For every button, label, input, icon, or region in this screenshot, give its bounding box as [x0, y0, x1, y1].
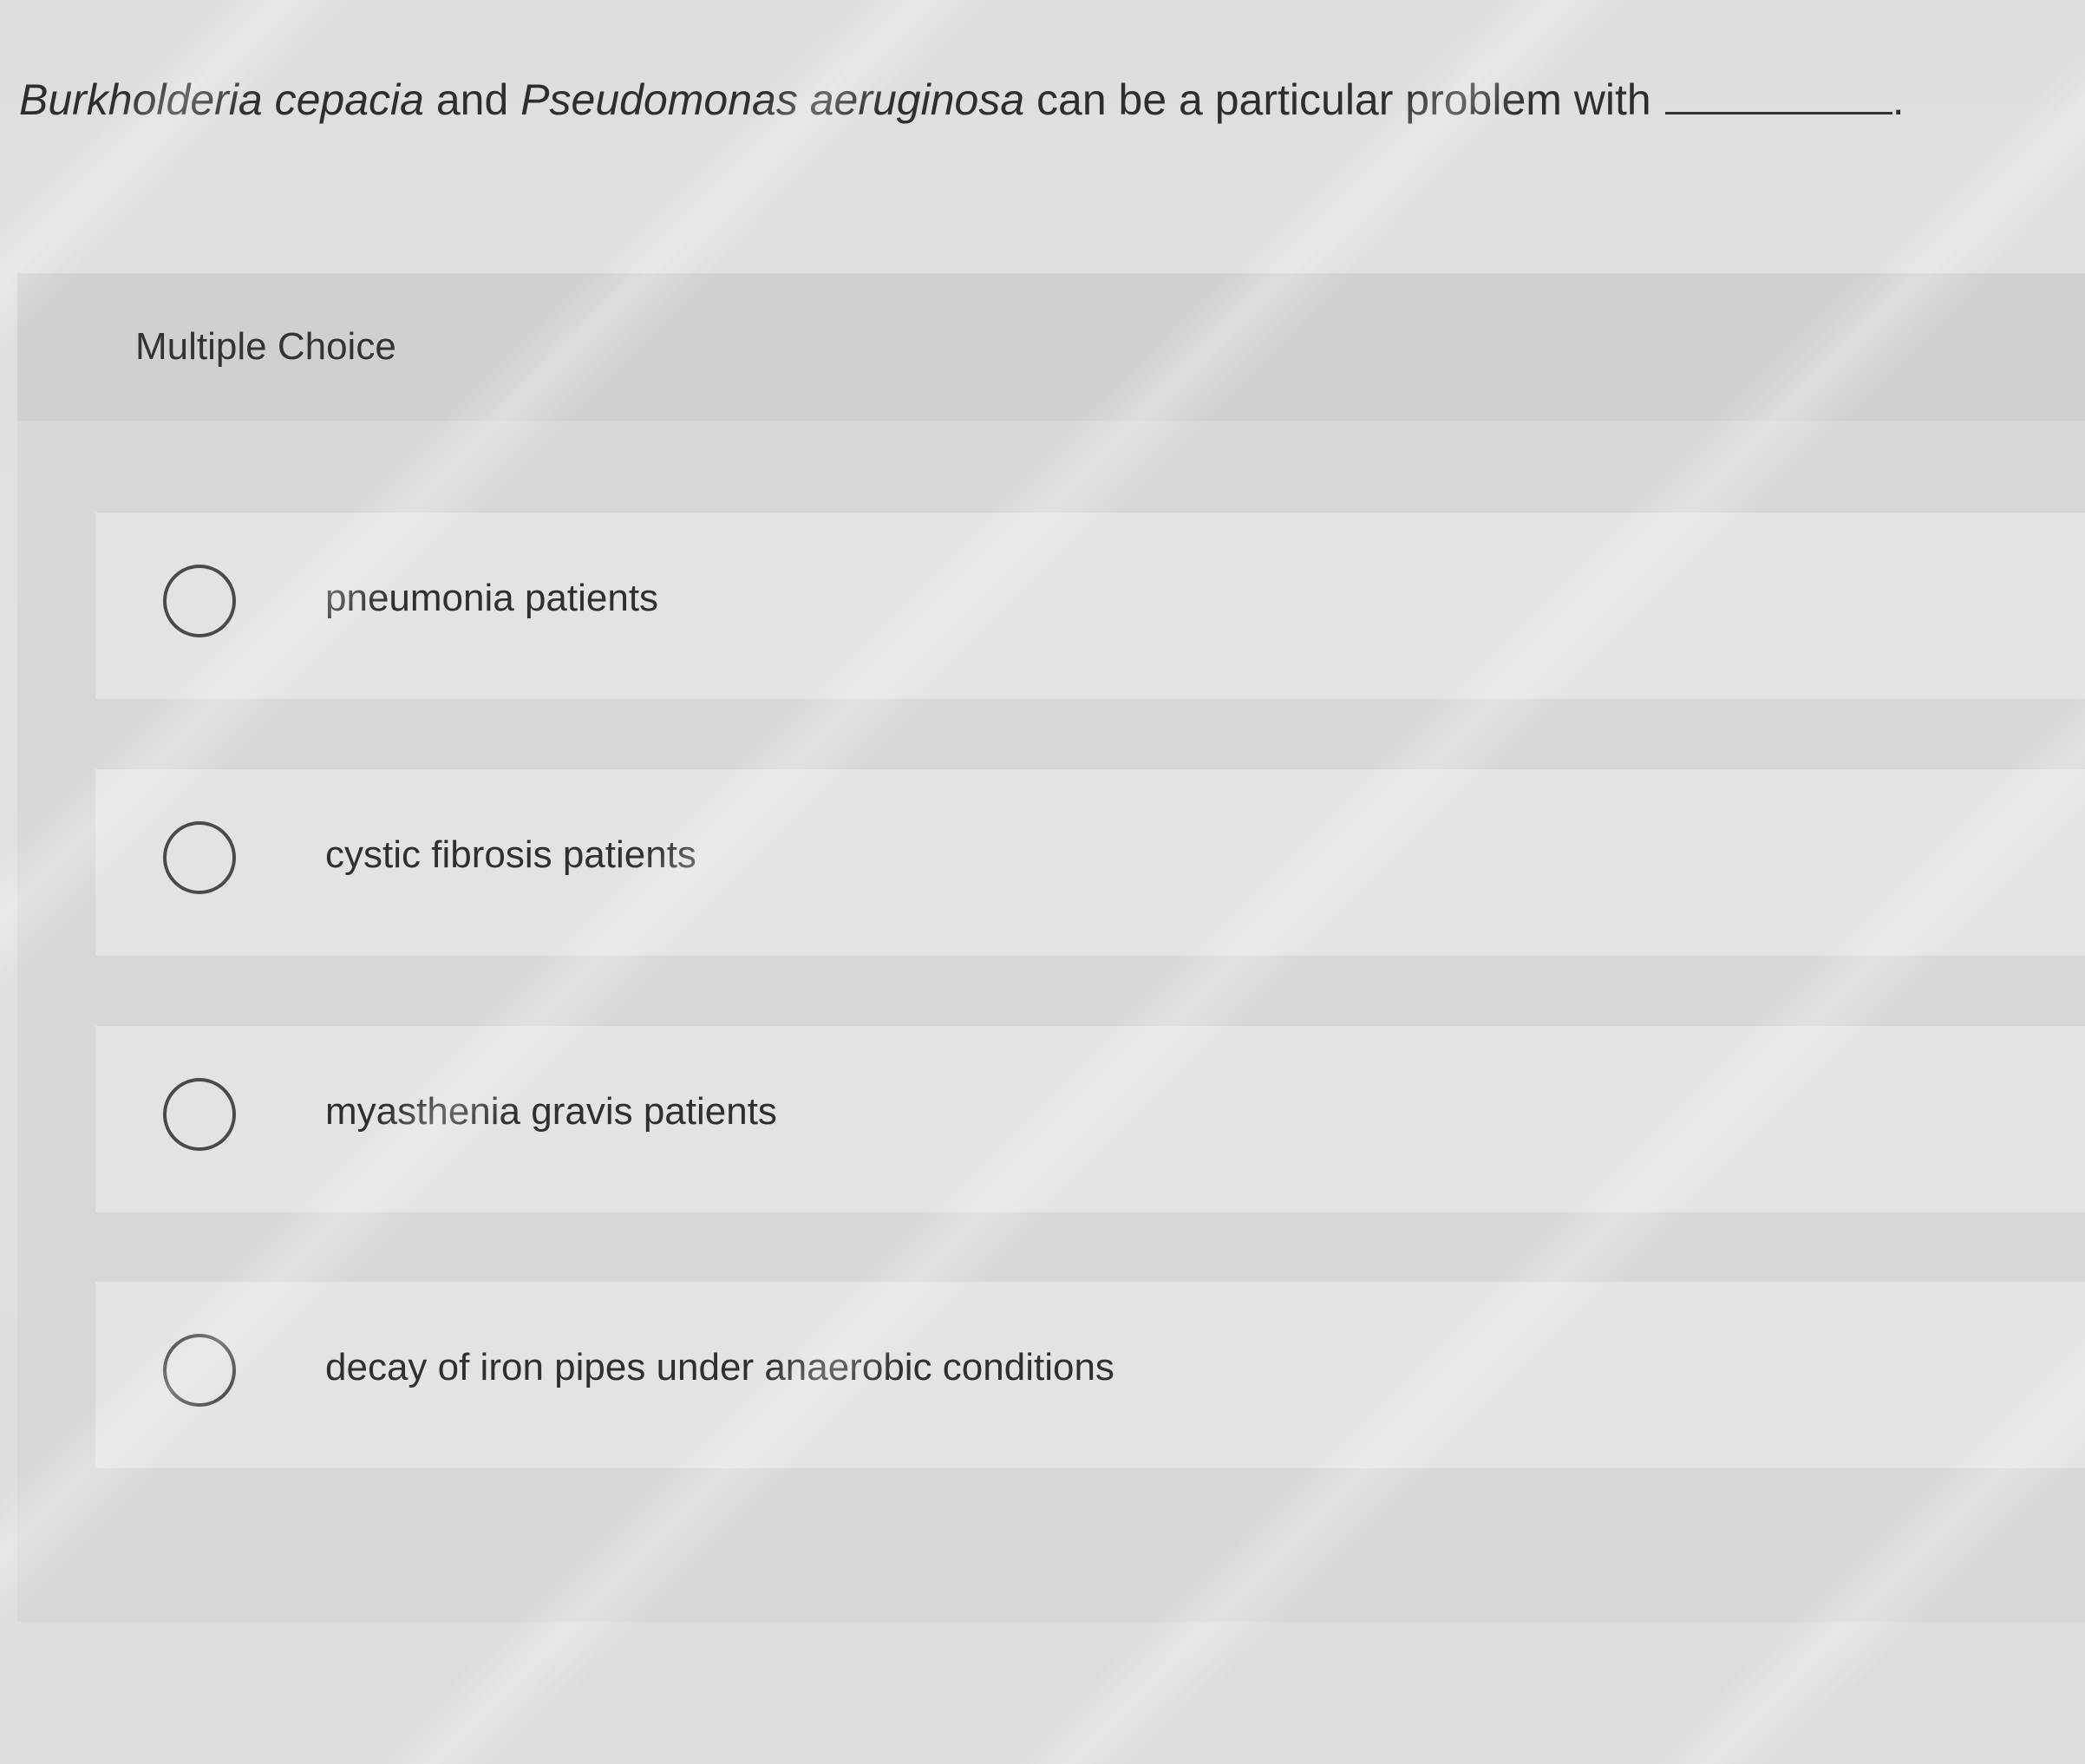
- choice-option-3[interactable]: myasthenia gravis patients: [95, 1026, 2085, 1212]
- question-type-label: Multiple Choice: [135, 325, 396, 368]
- panel-header: Multiple Choice: [17, 273, 2085, 421]
- choice-label-1: pneumonia patients: [325, 577, 659, 619]
- question-end-punctuation: .: [1892, 75, 1905, 124]
- question-stem: can be a particular problem with: [1024, 75, 1651, 124]
- radio-button-1[interactable]: [163, 565, 236, 637]
- question-organism-1: Burkholderia cepacia: [19, 75, 424, 124]
- question-text: Burkholderia cepacia and Pseudomonas aer…: [19, 69, 2014, 130]
- radio-button-2[interactable]: [163, 821, 236, 894]
- choice-label-2: cystic fibrosis patients: [325, 833, 696, 876]
- choice-option-1[interactable]: pneumonia patients: [95, 513, 2085, 699]
- multiple-choice-panel: Multiple Choice pneumonia patients cysti…: [17, 273, 2085, 1622]
- choice-label-4: decay of iron pipes under anaerobic cond…: [325, 1346, 1114, 1388]
- choice-label-3: myasthenia gravis patients: [325, 1090, 777, 1133]
- question-organism-2: Pseudomonas aeruginosa: [520, 75, 1025, 124]
- choice-option-2[interactable]: cystic fibrosis patients: [95, 769, 2085, 956]
- radio-button-3[interactable]: [163, 1078, 236, 1151]
- radio-button-4[interactable]: [163, 1334, 236, 1407]
- answer-blank: [1664, 74, 1892, 114]
- question-conjunction: and: [423, 75, 521, 124]
- choice-option-4[interactable]: decay of iron pipes under anaerobic cond…: [95, 1282, 2085, 1468]
